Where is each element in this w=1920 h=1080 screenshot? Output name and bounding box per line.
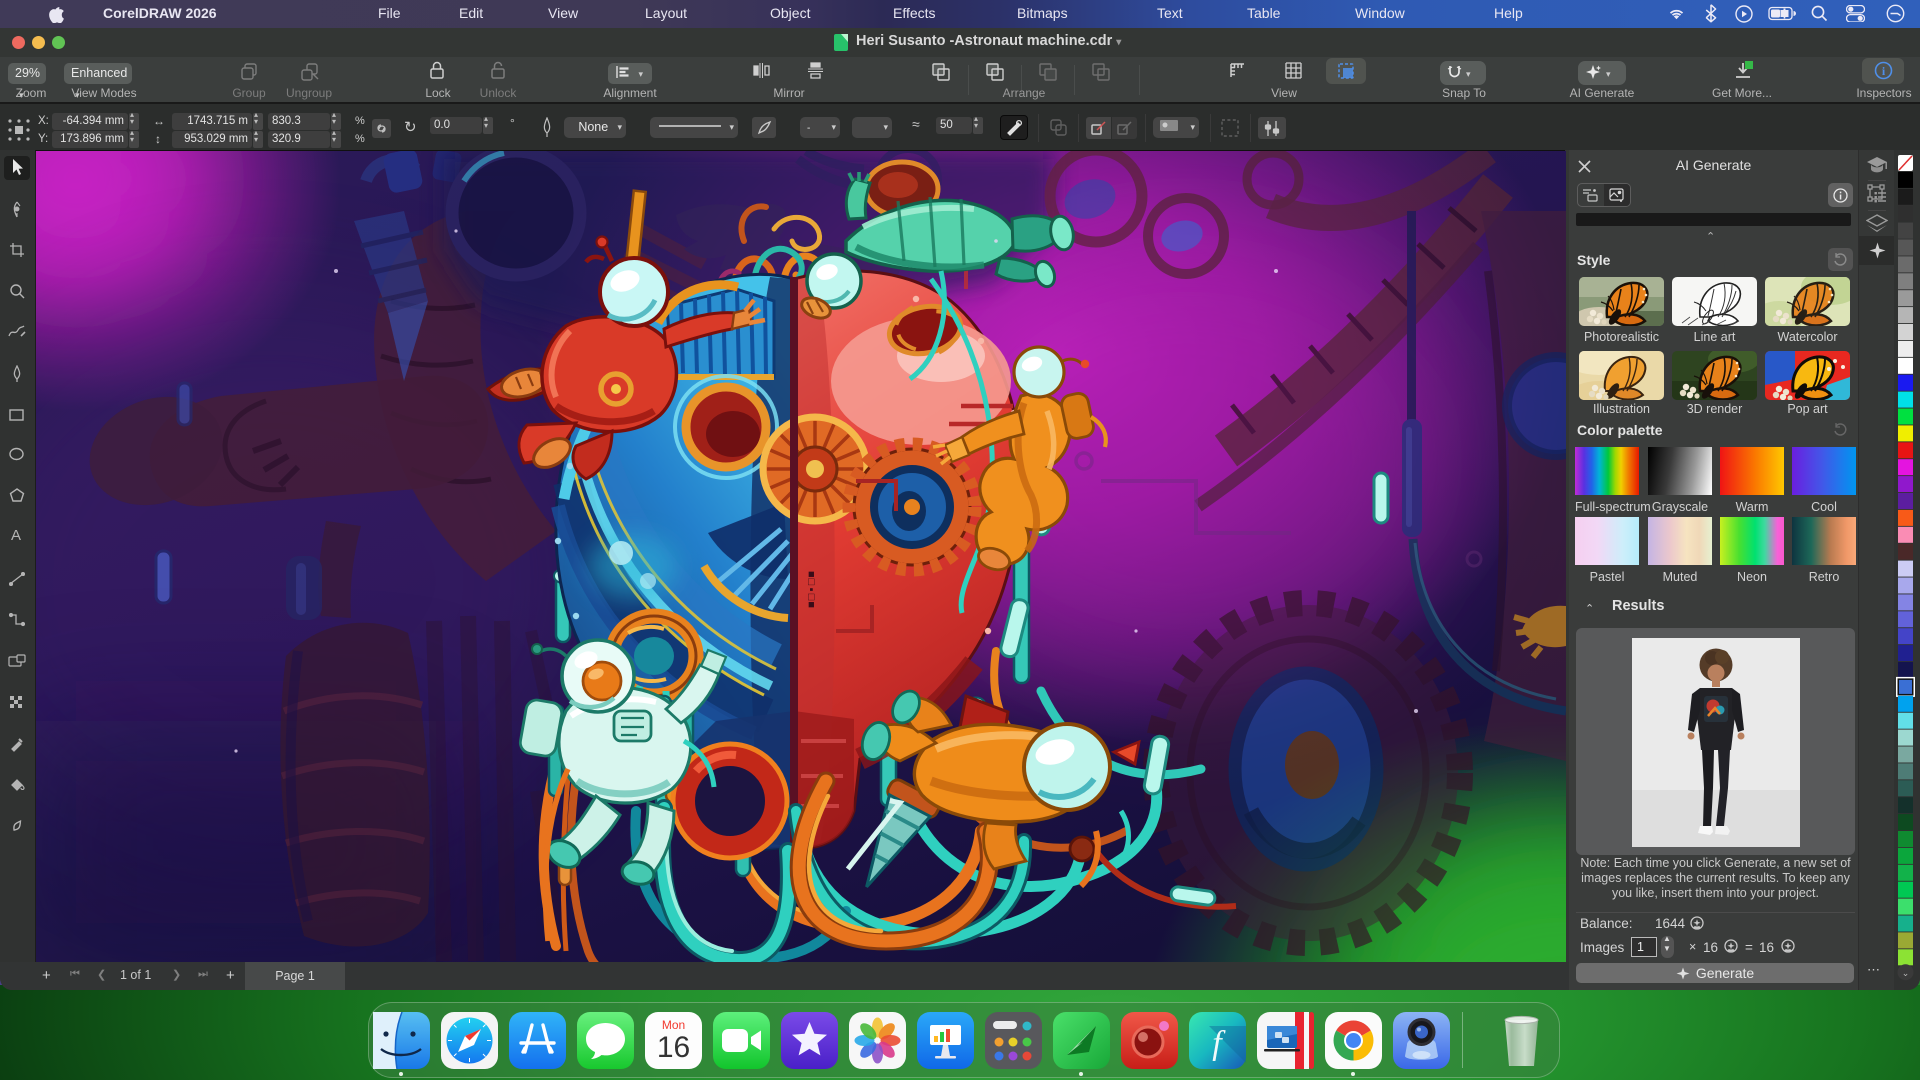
svg-text:⌄: ⌄ — [1902, 968, 1910, 978]
svg-text:Mon: Mon — [662, 1018, 685, 1032]
svg-text:■□▪□■: ■□▪□■ — [804, 571, 816, 609]
svg-text:16: 16 — [657, 1031, 690, 1064]
svg-text:i: i — [1882, 64, 1886, 78]
